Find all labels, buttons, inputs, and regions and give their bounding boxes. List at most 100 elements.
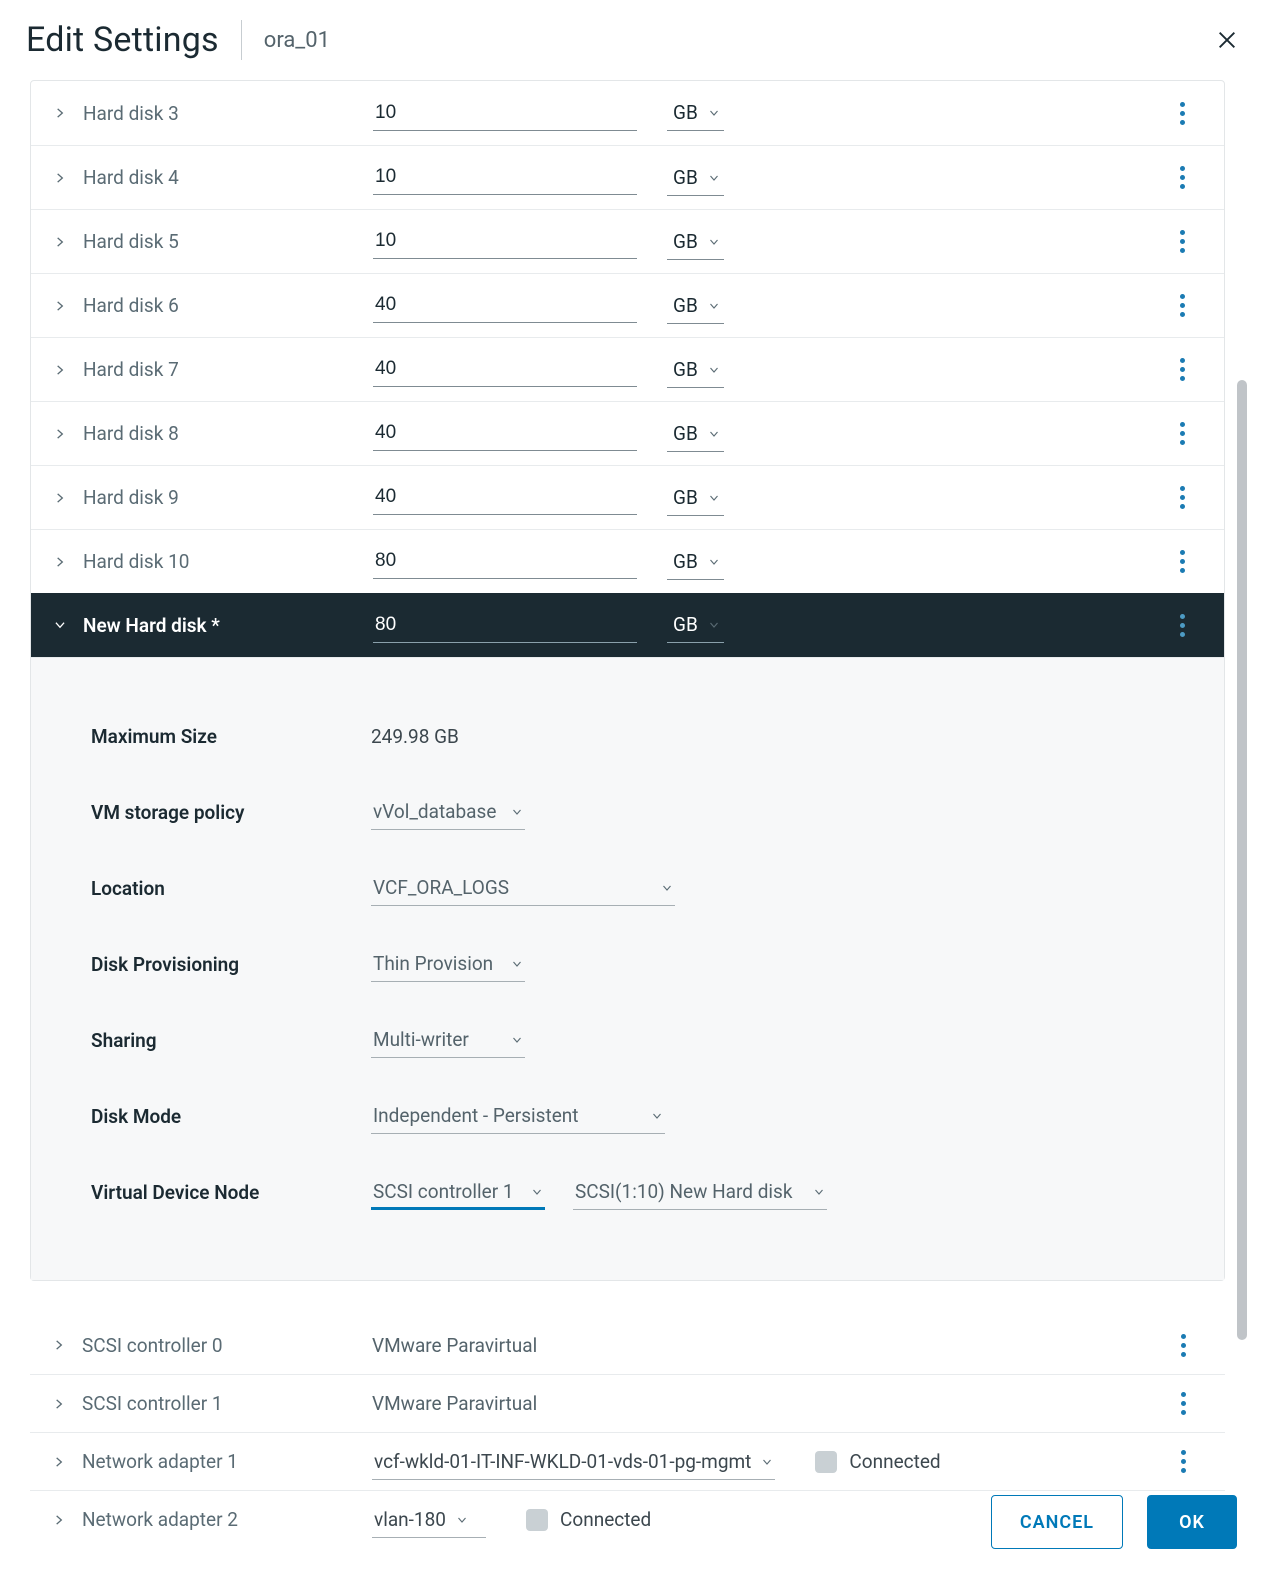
- vdn-label: Virtual Device Node: [91, 1181, 371, 1204]
- net2-connected-label: Connected: [560, 1508, 651, 1531]
- row-actions-button[interactable]: [1171, 1388, 1195, 1420]
- row-hard-disk[interactable]: Hard disk 10 GB: [31, 529, 1224, 593]
- row-actions-button[interactable]: [1170, 354, 1194, 386]
- storage-policy-select[interactable]: vVol_database: [371, 794, 525, 830]
- disk-unit-select[interactable]: GB: [667, 224, 724, 260]
- disk-label: Hard disk 10: [83, 550, 373, 573]
- expand-toggle[interactable]: [52, 1455, 82, 1469]
- disk-unit-select[interactable]: GB: [667, 480, 724, 516]
- chevron-down-icon: [761, 1456, 773, 1468]
- disk-unit-select[interactable]: GB: [667, 288, 724, 324]
- location-select[interactable]: VCF_ORA_LOGS: [371, 870, 675, 906]
- row-new-hard-disk[interactable]: New Hard disk * GB: [31, 593, 1224, 657]
- disk-size-input[interactable]: [373, 480, 637, 515]
- row-hard-disk[interactable]: Hard disk 4 GB: [31, 145, 1224, 209]
- chevron-right-icon: [53, 491, 67, 505]
- net2-network-select[interactable]: vlan-180: [372, 1502, 486, 1538]
- close-button[interactable]: [1209, 22, 1245, 58]
- disk-unit-value: GB: [673, 422, 698, 445]
- expand-toggle[interactable]: [53, 363, 83, 377]
- chevron-down-icon: [708, 236, 720, 248]
- scrollbar[interactable]: [1237, 380, 1247, 1340]
- expand-toggle[interactable]: [53, 106, 83, 120]
- chevron-right-icon: [53, 106, 67, 120]
- row-hard-disk[interactable]: Hard disk 3 GB: [31, 81, 1224, 145]
- new-disk-unit-select[interactable]: GB: [667, 607, 724, 643]
- expand-toggle[interactable]: [52, 1338, 82, 1352]
- provisioning-label: Disk Provisioning: [91, 953, 371, 976]
- disk-unit-value: GB: [673, 550, 698, 573]
- vdn-node-select[interactable]: SCSI(1:10) New Hard disk: [573, 1174, 827, 1210]
- chevron-down-icon: [511, 806, 523, 818]
- disk-size-input[interactable]: [373, 352, 637, 387]
- disk-unit-select[interactable]: GB: [667, 160, 724, 196]
- row-actions-button[interactable]: [1170, 97, 1194, 129]
- disk-unit-select[interactable]: GB: [667, 95, 724, 131]
- disk-label: Hard disk 3: [83, 102, 373, 125]
- row-actions-button[interactable]: [1171, 1446, 1195, 1478]
- disk-unit-select[interactable]: GB: [667, 544, 724, 580]
- row-actions-button[interactable]: [1170, 290, 1194, 322]
- disk-size-input[interactable]: [373, 544, 637, 579]
- provisioning-select[interactable]: Thin Provision: [371, 946, 525, 982]
- new-disk-label: New Hard disk *: [83, 614, 373, 637]
- net2-connected-checkbox[interactable]: [526, 1509, 548, 1531]
- disk-unit-select[interactable]: GB: [667, 416, 724, 452]
- disk-size-input[interactable]: [373, 416, 637, 451]
- chevron-right-icon: [52, 1397, 66, 1411]
- chevron-right-icon: [52, 1338, 66, 1352]
- row-actions-button[interactable]: [1170, 546, 1194, 578]
- expand-toggle[interactable]: [53, 618, 83, 632]
- expand-toggle[interactable]: [53, 491, 83, 505]
- sharing-select[interactable]: Multi-writer: [371, 1022, 525, 1058]
- vdn-controller-select[interactable]: SCSI controller 1: [371, 1174, 545, 1210]
- chevron-down-icon: [813, 1186, 825, 1198]
- expand-toggle[interactable]: [53, 171, 83, 185]
- expand-toggle[interactable]: [52, 1397, 82, 1411]
- new-disk-size-input[interactable]: [373, 608, 637, 643]
- row-hard-disk[interactable]: Hard disk 6GB: [31, 273, 1224, 337]
- chevron-down-icon: [708, 619, 720, 631]
- row-network-adapter-1[interactable]: Network adapter 1 vcf-wkld-01-IT-INF-WKL…: [30, 1432, 1225, 1490]
- dialog-subtitle: ora_01: [264, 28, 330, 53]
- disk-size-input[interactable]: [373, 288, 637, 323]
- disk-label: Hard disk 8: [83, 422, 373, 445]
- row-scsi-controller-0[interactable]: SCSI controller 0 VMware Paravirtual: [30, 1316, 1225, 1374]
- row-actions-button[interactable]: [1170, 162, 1194, 194]
- net1-network-select[interactable]: vcf-wkld-01-IT-INF-WKLD-01-vds-01-pg-mgm…: [372, 1444, 775, 1480]
- disk-mode-value: Independent - Persistent: [373, 1104, 578, 1127]
- sharing-value: Multi-writer: [373, 1028, 469, 1051]
- storage-policy-value: vVol_database: [373, 800, 496, 823]
- chevron-down-icon: [511, 1034, 523, 1046]
- expand-toggle[interactable]: [53, 427, 83, 441]
- disk-size-input[interactable]: [373, 160, 637, 195]
- disk-unit-value: GB: [673, 294, 698, 317]
- expand-toggle[interactable]: [52, 1513, 82, 1527]
- row-actions-button[interactable]: [1170, 418, 1194, 450]
- row-actions-button[interactable]: [1171, 1329, 1195, 1361]
- row-hard-disk[interactable]: Hard disk 9GB: [31, 465, 1224, 529]
- cancel-button[interactable]: CANCEL: [991, 1495, 1123, 1549]
- row-hard-disk[interactable]: Hard disk 8 GB: [31, 401, 1224, 465]
- expand-toggle[interactable]: [53, 555, 83, 569]
- row-hard-disk[interactable]: Hard disk 7GB: [31, 337, 1224, 401]
- disk-mode-select[interactable]: Independent - Persistent: [371, 1098, 665, 1134]
- sharing-label: Sharing: [91, 1029, 371, 1052]
- ok-button[interactable]: OK: [1147, 1495, 1237, 1549]
- expand-toggle[interactable]: [53, 235, 83, 249]
- net1-connected-checkbox[interactable]: [815, 1451, 837, 1473]
- disk-size-input[interactable]: [373, 96, 637, 131]
- disk-size-input[interactable]: [373, 224, 637, 259]
- close-icon: [1216, 29, 1238, 51]
- row-actions-button[interactable]: [1170, 226, 1194, 258]
- row-actions-button[interactable]: [1170, 482, 1194, 514]
- disk-label: Hard disk 4: [83, 166, 373, 189]
- disk-unit-select[interactable]: GB: [667, 352, 724, 388]
- disk-unit-value: GB: [673, 486, 698, 509]
- row-scsi-controller-1[interactable]: SCSI controller 1 VMware Paravirtual: [30, 1374, 1225, 1432]
- row-actions-button[interactable]: [1170, 609, 1194, 641]
- expand-toggle[interactable]: [53, 299, 83, 313]
- chevron-down-icon: [708, 172, 720, 184]
- chevron-down-icon: [708, 556, 720, 568]
- row-hard-disk[interactable]: Hard disk 5GB: [31, 209, 1224, 273]
